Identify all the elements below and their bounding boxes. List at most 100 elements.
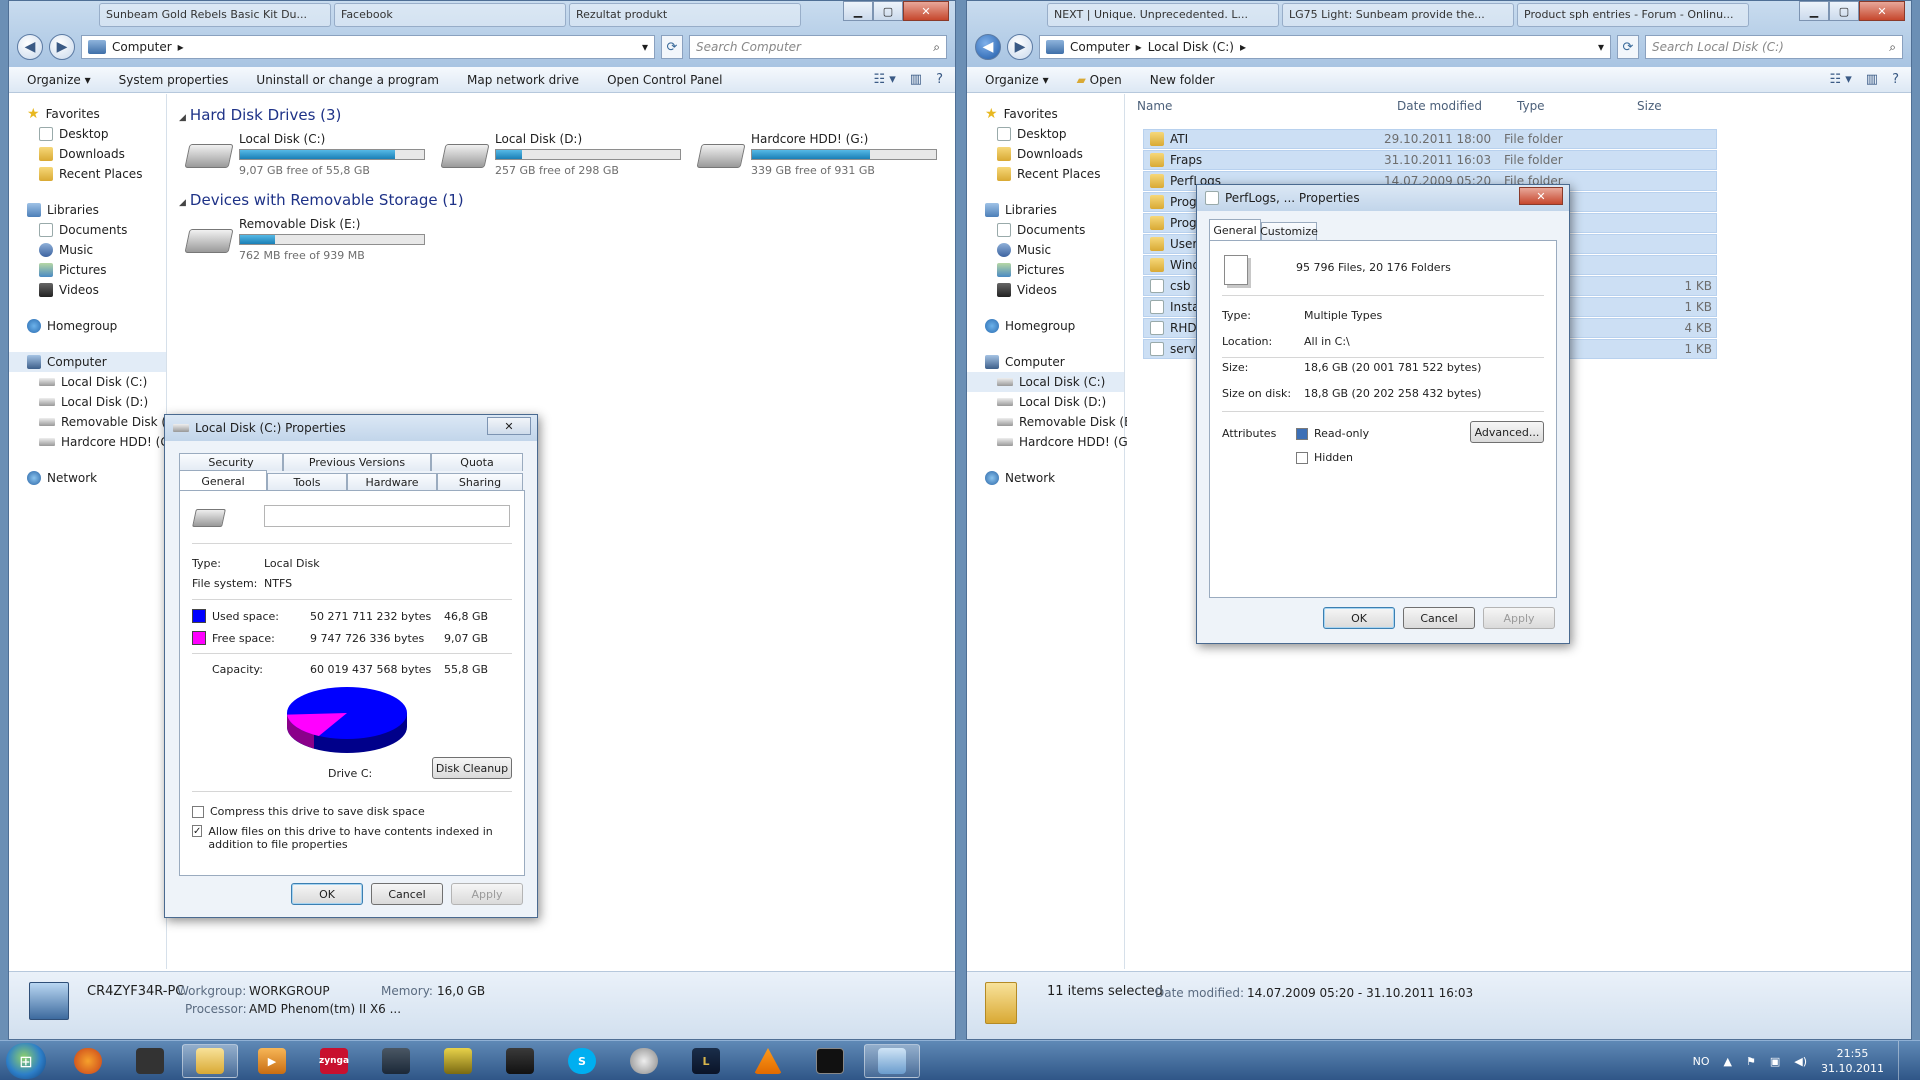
taskbar-msi[interactable] (492, 1044, 548, 1078)
tray-expand-icon[interactable]: ▲ (1724, 1055, 1732, 1068)
breadcrumb-computer[interactable]: Computer (112, 40, 172, 54)
maximize-button[interactable]: ▢ (873, 1, 903, 21)
show-desktop-button[interactable] (1898, 1041, 1910, 1080)
taskbar-skype[interactable]: S (554, 1044, 610, 1078)
taskbar-webcam[interactable] (616, 1044, 672, 1078)
index-checkbox[interactable]: ✓ (192, 825, 203, 837)
taskbar-mouse-utility[interactable] (122, 1044, 178, 1078)
collapse-triangle-icon[interactable]: ◢ (179, 113, 186, 123)
nav-recent-places[interactable]: Recent Places (9, 164, 166, 184)
back-button[interactable]: ◀ (17, 34, 43, 60)
ok-button[interactable]: OK (291, 883, 363, 905)
nav-homegroup[interactable]: Homegroup (967, 316, 1124, 336)
forward-button[interactable]: ▶ (49, 34, 75, 60)
col-type[interactable]: Type (1507, 99, 1627, 113)
network-tray-icon[interactable]: ▣ (1770, 1055, 1780, 1068)
nav-documents[interactable]: Documents (967, 220, 1124, 240)
nav-downloads[interactable]: Downloads (9, 144, 166, 164)
chevron-down-icon[interactable]: ▾ (642, 40, 648, 54)
nav-videos[interactable]: Videos (9, 280, 166, 300)
nav-computer[interactable]: Computer (967, 352, 1124, 372)
col-size[interactable]: Size (1627, 99, 1707, 113)
nav-homegroup[interactable]: Homegroup (9, 316, 166, 336)
forward-button[interactable]: ▶ (1007, 34, 1033, 60)
taskbar-zynga[interactable]: zynga (306, 1044, 362, 1078)
close-button[interactable]: ✕ (1519, 187, 1563, 205)
open-button[interactable]: ▰ Open (1077, 73, 1122, 87)
nav-libraries[interactable]: Libraries (9, 200, 166, 220)
chevron-right-icon[interactable]: ▸ (1136, 40, 1142, 54)
preview-pane-icon[interactable]: ▥ (910, 72, 922, 87)
nav-pictures[interactable]: Pictures (9, 260, 166, 280)
search-icon[interactable]: ⌕ (933, 40, 940, 55)
readonly-checkbox[interactable] (1296, 427, 1308, 440)
tab-tools[interactable]: Tools (267, 473, 347, 491)
taskbar-screenshot[interactable] (864, 1044, 920, 1078)
change-view-icon[interactable]: ☷ ▾ (1829, 72, 1851, 87)
taskbar-game[interactable] (430, 1044, 486, 1078)
file-row[interactable]: ATI 29.10.2011 18:00 File folder (1143, 129, 1717, 149)
hidden-checkbox[interactable] (1296, 451, 1308, 464)
close-button[interactable]: ✕ (487, 417, 531, 435)
nav-documents[interactable]: Documents (9, 220, 166, 240)
advanced-button[interactable]: Advanced... (1470, 421, 1544, 443)
action-center-flag-icon[interactable]: ⚑ (1746, 1055, 1756, 1068)
drive-g[interactable]: Hardcore HDD! (G:) 339 GB free of 931 GB (696, 132, 937, 177)
apply-button[interactable]: Apply (451, 883, 523, 905)
nav-network[interactable]: Network (967, 468, 1124, 488)
start-button[interactable]: ⊞ (6, 1043, 46, 1079)
drive-e[interactable]: Removable Disk (E:) 762 MB free of 939 M… (184, 217, 425, 262)
apply-button[interactable]: Apply (1483, 607, 1555, 629)
tab-previous-versions[interactable]: Previous Versions (283, 453, 431, 471)
left-tab-3[interactable]: Rezultat produkt (569, 3, 801, 27)
cancel-button[interactable]: Cancel (371, 883, 443, 905)
nav-desktop[interactable]: Desktop (9, 124, 166, 144)
search-input[interactable]: Search Computer ⌕ (689, 35, 947, 59)
taskbar-vlc[interactable] (740, 1044, 796, 1078)
taskbar-media[interactable]: ▶ (244, 1044, 300, 1078)
nav-local-disk-c[interactable]: Local Disk (C:) (967, 372, 1124, 392)
search-input[interactable]: Search Local Disk (C:) ⌕ (1645, 35, 1903, 59)
tab-general[interactable]: General (179, 470, 267, 491)
chevron-right-icon[interactable]: ▸ (1240, 40, 1246, 54)
right-tab-1[interactable]: NEXT | Unique. Unprecedented. L... (1047, 3, 1279, 27)
drive-d[interactable]: Local Disk (D:) 257 GB free of 298 GB (440, 132, 681, 177)
refresh-icon[interactable]: ⟳ (661, 35, 683, 59)
clock[interactable]: 21:55 31.10.2011 (1821, 1046, 1884, 1076)
nav-libraries[interactable]: Libraries (967, 200, 1124, 220)
maximize-button[interactable]: ▢ (1829, 1, 1859, 21)
help-icon[interactable]: ? (1892, 72, 1899, 87)
tab-customize[interactable]: Customize (1260, 222, 1318, 240)
nav-desktop[interactable]: Desktop (967, 124, 1124, 144)
chevron-down-icon[interactable]: ▾ (1598, 40, 1604, 54)
tab-general[interactable]: General (1209, 219, 1261, 240)
taskbar-terminal[interactable] (802, 1044, 858, 1078)
nav-local-disk-c[interactable]: Local Disk (C:) (9, 372, 166, 392)
nav-network[interactable]: Network (9, 468, 166, 488)
uninstall-program-button[interactable]: Uninstall or change a program (256, 73, 439, 87)
nav-pictures[interactable]: Pictures (967, 260, 1124, 280)
nav-hardcore-g[interactable]: Hardcore HDD! (G:) (9, 432, 178, 452)
nav-computer[interactable]: Computer (9, 352, 166, 372)
taskbar-firefox[interactable] (60, 1044, 116, 1078)
system-properties-button[interactable]: System properties (119, 73, 229, 87)
collapse-triangle-icon[interactable]: ◢ (179, 198, 186, 208)
left-tab-2[interactable]: Facebook (334, 3, 566, 27)
close-button[interactable]: ✕ (1859, 1, 1905, 21)
tab-security[interactable]: Security (179, 453, 283, 471)
refresh-icon[interactable]: ⟳ (1617, 35, 1639, 59)
tab-sharing[interactable]: Sharing (437, 473, 523, 491)
cancel-button[interactable]: Cancel (1403, 607, 1475, 629)
right-tab-2[interactable]: LG75 Light: Sunbeam provide the... (1282, 3, 1514, 27)
chevron-right-icon[interactable]: ▸ (178, 40, 184, 54)
change-view-icon[interactable]: ☷ ▾ (873, 72, 895, 87)
nav-local-disk-d[interactable]: Local Disk (D:) (9, 392, 166, 412)
col-name[interactable]: Name (1127, 99, 1387, 113)
file-row[interactable]: Fraps 31.10.2011 16:03 File folder (1143, 150, 1717, 170)
nav-removable-e[interactable]: Removable Disk (E:) (967, 412, 1140, 432)
nav-hardcore-g[interactable]: Hardcore HDD! (G:) (967, 432, 1136, 452)
removable-section-header[interactable]: ◢ Devices with Removable Storage (1) (179, 191, 955, 209)
address-bar[interactable]: Computer ▸ ▾ (81, 35, 655, 59)
col-date-modified[interactable]: Date modified (1387, 99, 1507, 113)
drive-label-input[interactable] (264, 505, 510, 527)
